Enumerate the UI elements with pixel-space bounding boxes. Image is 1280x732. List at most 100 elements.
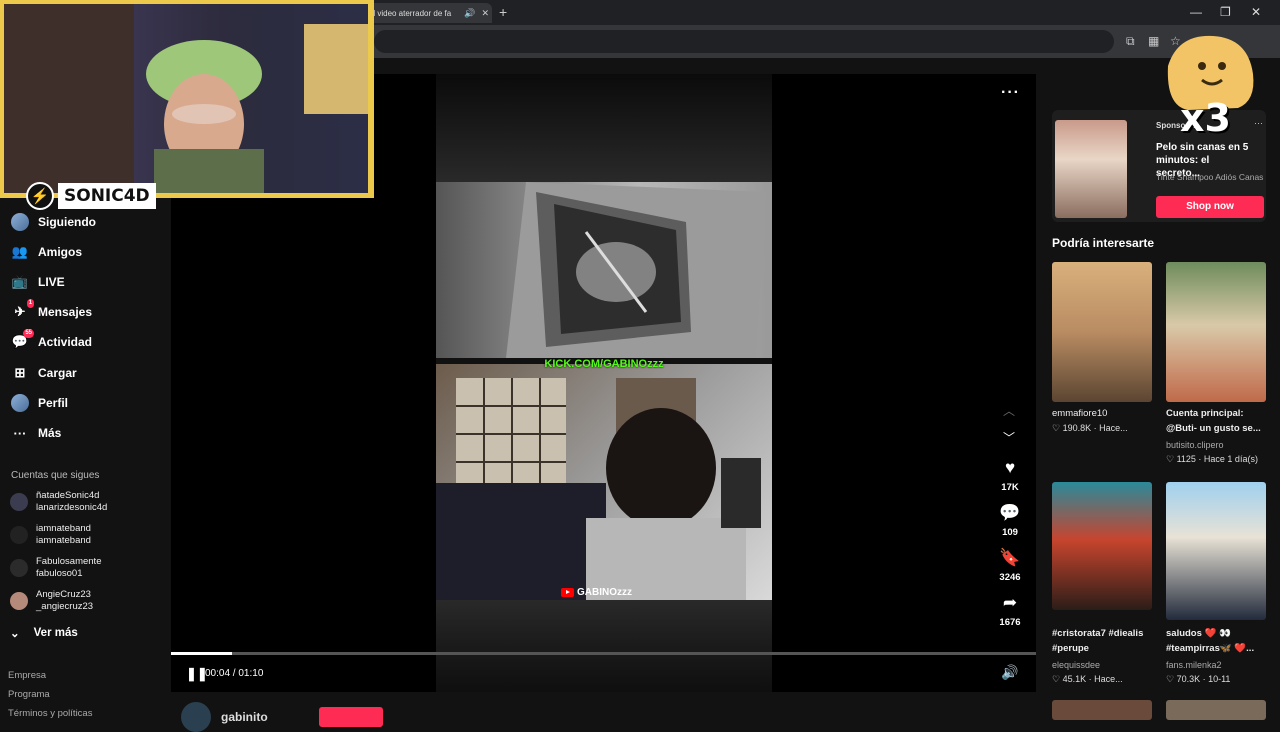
bookmark-button[interactable]: 🔖 3246 [992,548,1028,583]
following-item[interactable]: ñatadeSonic4d lanarizdesonic4d [10,490,107,514]
see-more-label: Ver más [33,627,78,639]
comment-count: 109 [1002,527,1018,538]
comment-button[interactable]: 💬 109 [992,503,1028,538]
kick-overlay-text: KICK.COM/GABINOzzz [544,358,664,370]
recommendation-thumbnail[interactable] [1166,700,1266,720]
footer-link[interactable]: Programa [8,689,50,700]
recommendation-title[interactable]: saludos ❤️ 👀 #teampirras🦋 ❤️... [1166,626,1268,656]
nav-actividad[interactable]: 💬 55 Actividad [10,329,93,352]
tab-title: El video aterrador de fa [368,8,452,18]
upload-icon: ⊞ [14,365,26,380]
video-more-options-icon[interactable]: ··· [1001,84,1020,102]
nav-label: Más [38,426,62,440]
following-name: iamnateband [36,523,91,534]
recommendation-thumbnail[interactable] [1166,262,1266,402]
following-item[interactable]: iamnateband iamnateband [10,523,91,547]
nav-label: Actividad [38,335,93,349]
nav-live[interactable]: 📺 LIVE [10,272,65,292]
nav-label: Perfil [38,396,69,410]
avatar [10,559,28,577]
recommendation-thumbnail[interactable] [1166,482,1266,620]
activity-icon: 💬 55 [11,329,34,349]
share-count: 1676 [999,617,1021,628]
video-frame-room[interactable]: KICK.COM/GABINOzzz GABINOzzz [436,358,772,600]
ad-thumbnail[interactable] [1055,120,1127,218]
youtube-icon [561,588,574,597]
speaker-icon[interactable]: 🔊 [464,8,475,19]
following-handle: iamnateband [36,535,91,546]
shop-now-button[interactable]: Shop now [1156,196,1264,218]
avatar [181,702,211,732]
following-item[interactable]: AngieCruz23 _angiecruz23 [10,589,93,613]
more-icon: ··· [13,425,27,441]
profile-icon [10,393,30,413]
minimize-icon[interactable]: — [1190,5,1202,19]
tv-illustration [506,182,766,358]
recommendation-user[interactable]: elequissdee [1052,660,1100,670]
video-author[interactable]: gabinito [181,702,268,732]
following-handle: _angiecruz23 [36,601,94,612]
recommendation-title[interactable]: Cuenta principal: @Buti- un gusto se... [1166,406,1268,436]
youtube-watermark: GABINOzzz [561,587,632,598]
bookmark-count: 3246 [999,572,1021,583]
author-name: gabinito [221,710,268,724]
video-blur-bottom [436,598,772,692]
nav-cargar[interactable]: ⊞ Cargar [10,363,77,383]
nav-perfil[interactable]: Perfil [10,393,68,413]
chevron-up-icon[interactable]: ︿ [1003,402,1015,419]
nav-siguiendo[interactable]: Siguiendo [10,212,96,232]
nav-mas[interactable]: ··· Más [10,423,62,443]
comment-icon: 💬 [999,503,1021,522]
video-blur-top [436,74,772,184]
lightning-icon: ⚡ [26,182,54,210]
recommendation-thumbnail[interactable] [1052,700,1152,720]
streamer-logo: ⚡ SONIC4D [26,181,162,211]
recommendation-thumbnail[interactable] [1052,482,1152,610]
window-close-icon[interactable]: ✕ [1251,5,1261,19]
share-button[interactable]: ➦ 1676 [992,593,1028,628]
tab-close-icon[interactable]: ✕ [481,8,489,19]
friends-icon: 👥 [11,244,29,259]
chevron-down-icon: ⌄ [10,628,20,640]
recommendation-stats: ♡ 70.3K · 10-11 [1166,674,1231,684]
nav-label: Mensajes [38,305,93,319]
browser-tab[interactable]: El video aterrador de fa 🔊 ✕ [364,3,492,23]
avatar [10,526,28,544]
recommendation-thumbnail[interactable] [1052,262,1152,402]
recommendation-title[interactable]: #cristorata7 #diealis #perupe [1052,626,1154,656]
recommendation-user[interactable]: butisito.clipero [1166,440,1224,450]
like-button[interactable]: ♥ 17K [992,458,1028,493]
chevron-down-icon[interactable]: ﹀ [1003,429,1015,446]
like-count: 17K [1001,482,1019,493]
recommendation-user[interactable]: fans.milenka2 [1166,660,1222,670]
video-frame-tv[interactable] [436,182,772,358]
address-field[interactable] [374,30,1114,53]
new-tab-button[interactable]: + [499,4,507,20]
restore-icon[interactable]: ❐ [1220,5,1231,19]
nav-mensajes[interactable]: ✈ 1 Mensajes [10,299,93,322]
video-progress-bar[interactable] [171,652,1036,655]
share-icon: ➦ [1002,593,1018,612]
room-illustration [436,358,772,600]
recommendation-title[interactable]: emmafiore10 [1052,406,1154,421]
emote-multiplier: x3 [1180,96,1231,140]
screenshot-icon[interactable]: ⧉ [1126,34,1135,49]
activity-badge: 55 [23,329,34,338]
following-name: Fabulosamente [36,556,102,567]
footer-link[interactable]: Términos y políticas [8,708,92,719]
follow-button[interactable] [319,707,383,727]
live-icon: 📺 [11,274,29,289]
webcam-feed [4,4,368,193]
nav-label: Cargar [38,366,77,380]
footer-link[interactable]: Empresa [8,670,46,681]
following-title: Cuentas que sigues [11,470,100,481]
volume-icon[interactable]: 🔊 [1001,664,1018,681]
nav-amigos[interactable]: 👥 Amigos [10,242,82,262]
streamer-name: SONIC4D [58,183,156,209]
avatar [10,493,28,511]
following-item[interactable]: Fabulosamente fabuloso01 [10,556,101,580]
following-name: ñatadeSonic4d [36,490,100,501]
see-more-button[interactable]: ⌄ Ver más [10,626,78,640]
yt-handle: GABINOzzz [577,587,632,598]
following-icon [10,212,30,232]
